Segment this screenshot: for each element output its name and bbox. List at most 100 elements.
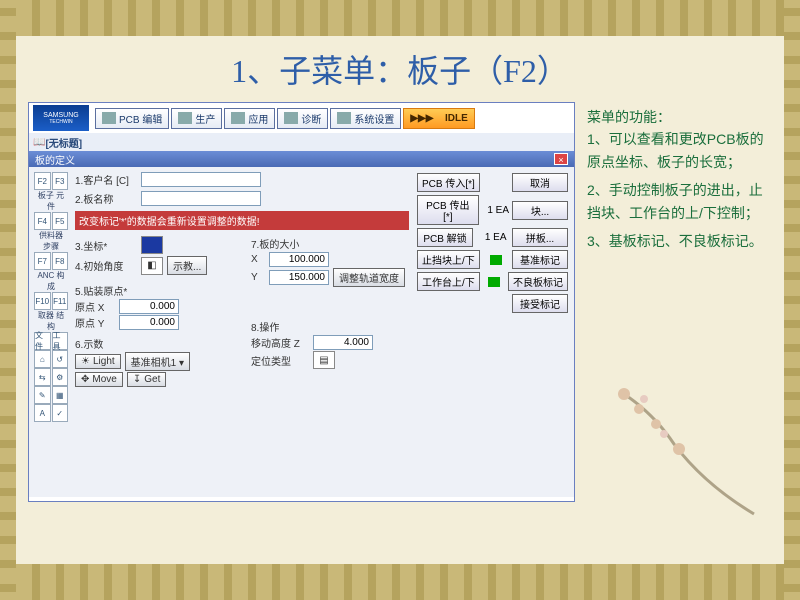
slide-canvas: 1、子菜单：板子（F2） SAMSUNGTECHWIN PCB 编辑 生产 应用… <box>16 36 784 564</box>
postype-icon[interactable]: ▤ <box>313 351 335 369</box>
tab-pcb-edit[interactable]: PCB 编辑 <box>95 108 169 129</box>
tool-button[interactable]: ⇆ <box>34 368 51 386</box>
tool-button[interactable]: F5 <box>52 212 69 230</box>
dialog-titlebar: 板的定义 × <box>29 151 574 167</box>
tool-button[interactable]: ✓ <box>52 404 69 422</box>
size-x-label: X <box>251 254 265 265</box>
tool-button[interactable]: F3 <box>52 172 69 190</box>
tool-label: 板子 元件 <box>34 190 68 212</box>
origin-y-input[interactable] <box>119 315 179 330</box>
coord-label: 3.坐标* <box>75 238 137 253</box>
decor-border-top <box>0 0 800 36</box>
pcb-icon <box>102 112 116 124</box>
decor-border-left <box>0 0 16 600</box>
size-y-input[interactable] <box>269 270 329 285</box>
size-y-label: Y <box>251 272 265 283</box>
notes-item: 1、可以查看和更改PCB板的原点坐标、板子的长宽； <box>587 128 770 173</box>
tool-button[interactable]: F4 <box>34 212 51 230</box>
tab-diag[interactable]: 诊断 <box>277 108 328 129</box>
origin-y-label: 原点 Y <box>75 315 115 330</box>
main-tabs: PCB 编辑 生产 应用 诊断 系统设置 ▶▶▶ IDLE <box>93 106 477 131</box>
camera-select[interactable]: 基准相机1 ▾ <box>125 352 190 371</box>
notes-item: 2、手动控制板子的进出，止挡块、工作台的上/下控制； <box>587 179 770 224</box>
panel-button[interactable]: 拼板... <box>512 228 568 247</box>
light-button[interactable]: ☀ Light <box>75 354 121 369</box>
movez-input[interactable] <box>313 335 373 350</box>
idle-indicator: ▶▶▶ IDLE <box>403 108 474 129</box>
prod-icon <box>178 112 192 124</box>
cancel-button[interactable]: 取消 <box>512 173 568 192</box>
app-screenshot: SAMSUNGTECHWIN PCB 编辑 生产 应用 诊断 系统设置 ▶▶▶ … <box>28 102 575 502</box>
origin-x-label: 原点 X <box>75 299 115 314</box>
boardname-input[interactable] <box>141 191 261 206</box>
stopper-button[interactable]: 止挡块上/下 <box>417 250 480 269</box>
size-x-input[interactable] <box>269 252 329 267</box>
pcb-out-button[interactable]: PCB 传出[*] <box>417 195 479 225</box>
rail-adjust-button[interactable]: 调整轨道宽度 <box>333 268 405 287</box>
teach-label: 6.示数 <box>75 340 103 351</box>
notes-header: 菜单的功能： <box>587 106 770 128</box>
move-button[interactable]: ✥ Move <box>75 372 123 387</box>
origin-x-input[interactable] <box>119 299 179 314</box>
tool-button[interactable]: F10 <box>34 292 51 310</box>
tool-button[interactable]: 工具 <box>52 332 69 350</box>
tool-button[interactable]: F7 <box>34 252 51 270</box>
customer-label: 1.客户名 [C] <box>75 172 137 187</box>
right-button-column: PCB 传入[*]取消 PCB 传出[*]1 EA块... PCB 解锁1 EA… <box>415 171 570 493</box>
decor-border-right <box>784 0 800 600</box>
decor-border-bottom <box>0 564 800 600</box>
tab-app[interactable]: 应用 <box>224 108 275 129</box>
tool-button[interactable]: F2 <box>34 172 51 190</box>
worktable-button[interactable]: 工作台上/下 <box>417 272 480 291</box>
tool-label: ANC 构成 <box>34 270 68 292</box>
tool-button[interactable]: F8 <box>52 252 69 270</box>
app-icon <box>231 112 245 124</box>
fiducial-button[interactable]: 基准标记 <box>512 250 568 269</box>
badmark-button[interactable]: 不良板标记 <box>508 272 568 291</box>
tool-button[interactable]: ↺ <box>52 350 69 368</box>
warning-band: 改变标记'*'的数据会重新设置调整的数据! <box>75 211 409 230</box>
ea-count-2: 1 EA <box>479 232 507 243</box>
tool-button[interactable]: A <box>34 404 51 422</box>
left-toolbar: F2F3板子 元件F4F5供料器 步骤F7F8ANC 构成F10F11取器 结构… <box>33 171 69 493</box>
tab-production[interactable]: 生产 <box>171 108 222 129</box>
op-label: 8.操作 <box>251 323 279 334</box>
teach-angle-button[interactable]: 示教... <box>167 256 207 275</box>
boardname-label: 2.板名称 <box>75 191 137 206</box>
pcb-unlock-button[interactable]: PCB 解锁 <box>417 228 473 247</box>
movez-label: 移动高度 Z <box>251 335 309 350</box>
brand-logo: SAMSUNGTECHWIN <box>33 105 89 131</box>
origin-label: 5.贴装原点* <box>75 287 127 298</box>
worktable-led-icon <box>488 277 500 287</box>
close-icon[interactable]: × <box>554 153 568 165</box>
slide-title: 1、子菜单：板子（F2） <box>28 46 772 92</box>
block-button[interactable]: 块... <box>512 201 568 220</box>
tool-button[interactable]: 文件 <box>34 332 51 350</box>
tool-button[interactable]: F11 <box>52 292 69 310</box>
coord-color-button[interactable] <box>141 236 163 254</box>
tool-button[interactable]: ✎ <box>34 386 51 404</box>
size-label: 7.板的大小 <box>251 240 299 251</box>
notes-item: 3、基板标记、不良板标记。 <box>587 230 770 252</box>
customer-input[interactable] <box>141 172 261 187</box>
tool-label: 取器 结构 <box>34 310 68 332</box>
form-area: 1.客户名 [C] 2.板名称 改变标记'*'的数据会重新设置调整的数据! 3.… <box>75 171 409 493</box>
tool-button[interactable]: ⚙ <box>52 368 69 386</box>
tool-label: 供料器 步骤 <box>34 230 68 252</box>
app-topbar: SAMSUNGTECHWIN PCB 编辑 生产 应用 诊断 系统设置 ▶▶▶ … <box>29 103 574 133</box>
postype-label: 定位类型 <box>251 353 309 368</box>
pcb-in-button[interactable]: PCB 传入[*] <box>417 173 480 192</box>
angle-icon[interactable]: ◧ <box>141 257 163 275</box>
doc-title-bar: 📖 [无标题] <box>29 133 574 151</box>
get-button[interactable]: ↧ Get <box>127 372 167 387</box>
ea-count-1: 1 EA <box>482 205 509 216</box>
accept-mark-button[interactable]: 接受标记 <box>512 294 568 313</box>
tab-sysset[interactable]: 系统设置 <box>330 108 401 129</box>
stopper-led-icon <box>490 255 502 265</box>
gear-icon <box>337 112 351 124</box>
initangle-label: 4.初始角度 <box>75 258 137 273</box>
tool-button[interactable]: ▦ <box>52 386 69 404</box>
slide-notes: 菜单的功能： 1、可以查看和更改PCB板的原点坐标、板子的长宽； 2、手动控制板子… <box>585 102 772 502</box>
diag-icon <box>284 112 298 124</box>
tool-button[interactable]: ⌂ <box>34 350 51 368</box>
